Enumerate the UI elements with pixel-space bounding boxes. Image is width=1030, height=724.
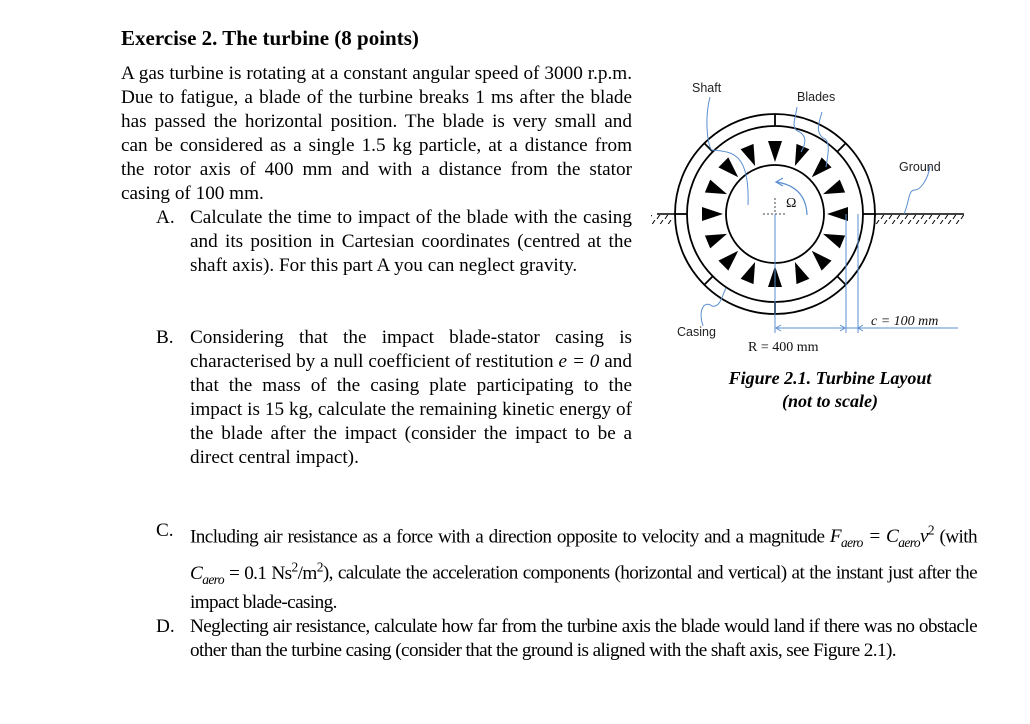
turbine-figure: Ω Shaft Blades Ground Casing c = 100 mm … — [651, 81, 964, 355]
formula-subscript: aero — [898, 535, 920, 551]
aero-coefficient: Caero = 0.1 Ns2/m2 — [190, 559, 323, 587]
blades-label: Blades — [797, 90, 835, 104]
omega-label: Ω — [786, 196, 796, 211]
ground-label: Ground — [899, 160, 941, 174]
formula-symbol: F — [829, 526, 842, 548]
radius-label: R = 400 mm — [748, 340, 819, 355]
casing-label: Casing — [677, 325, 716, 339]
question-label: D. — [156, 616, 175, 637]
ground-hatch-left — [651, 215, 673, 224]
question-text-part: Including air resistance as a force with… — [190, 526, 830, 548]
question-text-part: (with — [934, 526, 977, 548]
question-label: B. — [156, 327, 174, 348]
restitution-formula: e = 0 — [558, 351, 600, 372]
question-text: Calculate the time to impact of the blad… — [190, 207, 632, 276]
question-label: C. — [156, 520, 174, 541]
exercise-title: Exercise 2. The turbine (8 points) — [121, 26, 419, 50]
shaft-label: Shaft — [692, 81, 722, 95]
exercise-intro: A gas turbine is rotating at a constant … — [121, 63, 632, 204]
question-text: Neglecting air resistance, calculate how… — [190, 616, 978, 661]
figure-caption: Figure 2.1. Turbine Layout (not to scale… — [680, 367, 980, 413]
formula-subscript: aero — [202, 571, 224, 587]
aero-force-formula: Faero = Caerov2 — [829, 523, 935, 551]
question-text: Considering that the impact blade-stator… — [190, 326, 632, 470]
formula-symbol: v — [919, 526, 929, 548]
formula-symbol: = C — [862, 526, 899, 548]
formula-symbol: C — [190, 562, 203, 584]
question-label: A. — [156, 207, 175, 228]
clearance-label: c = 100 mm — [871, 314, 938, 329]
caption-title: Figure 2.1. Turbine Layout — [728, 368, 932, 388]
caption-note: (not to scale) — [782, 391, 878, 411]
coefficient-value: = 0.1 Ns — [223, 562, 292, 584]
formula-subscript: aero — [841, 535, 863, 551]
ground-hatch-right — [870, 215, 964, 224]
question-text: Including air resistance as a force with… — [190, 519, 978, 615]
unit-text: /m — [297, 562, 318, 584]
